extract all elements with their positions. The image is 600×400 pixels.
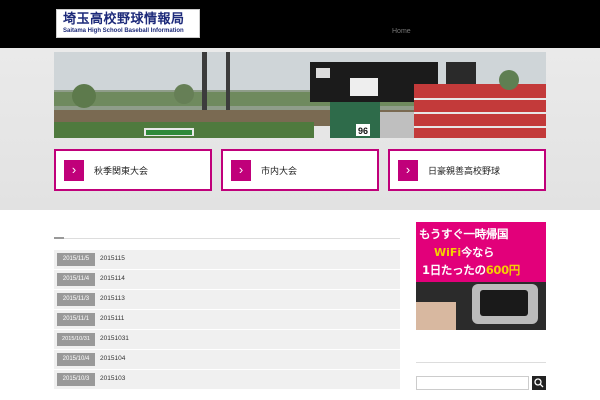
chevron-right-icon: › bbox=[64, 160, 84, 181]
post-title-link[interactable]: 2015104 bbox=[100, 355, 125, 362]
post-title-link[interactable]: 2015111 bbox=[100, 315, 124, 322]
ad-wifi-line: WiFi今なら bbox=[434, 244, 494, 260]
site-header: 埼玉高校野球情報局 Saitama High School Baseball I… bbox=[0, 0, 600, 48]
post-list-item[interactable]: 2015/11/4 2015114 bbox=[54, 270, 400, 289]
post-list-item[interactable]: 2015/11/5 2015115 bbox=[54, 250, 400, 269]
post-list-item[interactable]: 2015/11/1 2015111 bbox=[54, 310, 400, 329]
post-list-item[interactable]: 2015/10/4 2015104 bbox=[54, 350, 400, 369]
post-title-link[interactable]: 2015113 bbox=[100, 295, 125, 302]
post-list: 2015/11/5 2015115 2015/11/4 2015114 2015… bbox=[54, 250, 400, 390]
wifi-ad-banner[interactable]: もうすぐ一時帰国 WiFi今なら 1日たったの600円 bbox=[416, 222, 546, 330]
promo-label: 日豪親善高校野球 bbox=[428, 167, 501, 177]
post-list-item[interactable]: 2015/11/3 2015113 bbox=[54, 290, 400, 309]
nav-home-link[interactable]: Home bbox=[392, 28, 411, 35]
post-date-badge: 2015/10/4 bbox=[57, 353, 95, 366]
post-date-badge: 2015/11/4 bbox=[57, 273, 95, 286]
post-list-item[interactable]: 2015/10/3 2015103 bbox=[54, 370, 400, 389]
stadium-photo: 96 bbox=[54, 52, 546, 138]
promo-city-tournament[interactable]: › 市内大会 bbox=[221, 149, 379, 191]
ad-headline: もうすぐ一時帰国 bbox=[419, 227, 509, 241]
post-date-badge: 2015/11/3 bbox=[57, 293, 95, 306]
post-date-badge: 2015/11/1 bbox=[57, 313, 95, 326]
post-title-link[interactable]: 20151031 bbox=[100, 335, 129, 342]
ad-now-text: 今なら bbox=[461, 246, 495, 259]
chevron-right-icon: › bbox=[398, 160, 418, 181]
post-list-item[interactable]: 2015/10/31 20151031 bbox=[54, 330, 400, 349]
logo-title: 埼玉高校野球情報局 bbox=[63, 12, 185, 27]
scoreboard-number: 96 bbox=[358, 126, 368, 136]
hero-stadium-image: 96 bbox=[54, 52, 546, 138]
ad-per-day-text: 1日たったの bbox=[422, 263, 486, 277]
post-date-badge: 2015/11/5 bbox=[57, 253, 95, 266]
post-title-link[interactable]: 2015103 bbox=[100, 375, 125, 382]
search-input[interactable] bbox=[416, 376, 529, 390]
sidebar-divider bbox=[416, 362, 546, 363]
ad-price: 600円 bbox=[485, 263, 521, 277]
post-title-link[interactable]: 2015114 bbox=[100, 275, 125, 282]
post-title-link[interactable]: 2015115 bbox=[100, 255, 125, 262]
section-divider-accent bbox=[54, 237, 64, 239]
promo-japan-australia[interactable]: › 日豪親善高校野球 bbox=[388, 149, 546, 191]
search-button[interactable] bbox=[532, 376, 546, 390]
chevron-right-icon: › bbox=[231, 160, 251, 181]
post-date-badge: 2015/10/3 bbox=[57, 373, 95, 386]
post-date-badge: 2015/10/31 bbox=[57, 333, 95, 346]
ad-wifi-word: WiFi bbox=[434, 246, 462, 259]
promo-label: 市内大会 bbox=[261, 167, 298, 177]
site-logo[interactable]: 埼玉高校野球情報局 Saitama High School Baseball I… bbox=[56, 9, 200, 38]
logo-subtitle: Saitama High School Baseball Information bbox=[63, 28, 184, 34]
promo-autumn-kanto[interactable]: › 秋季関東大会 bbox=[54, 149, 212, 191]
promo-label: 秋季関東大会 bbox=[94, 167, 149, 177]
search-icon bbox=[534, 378, 544, 388]
ad-price-line: 1日たったの600円 bbox=[422, 262, 520, 278]
section-divider bbox=[54, 238, 400, 239]
